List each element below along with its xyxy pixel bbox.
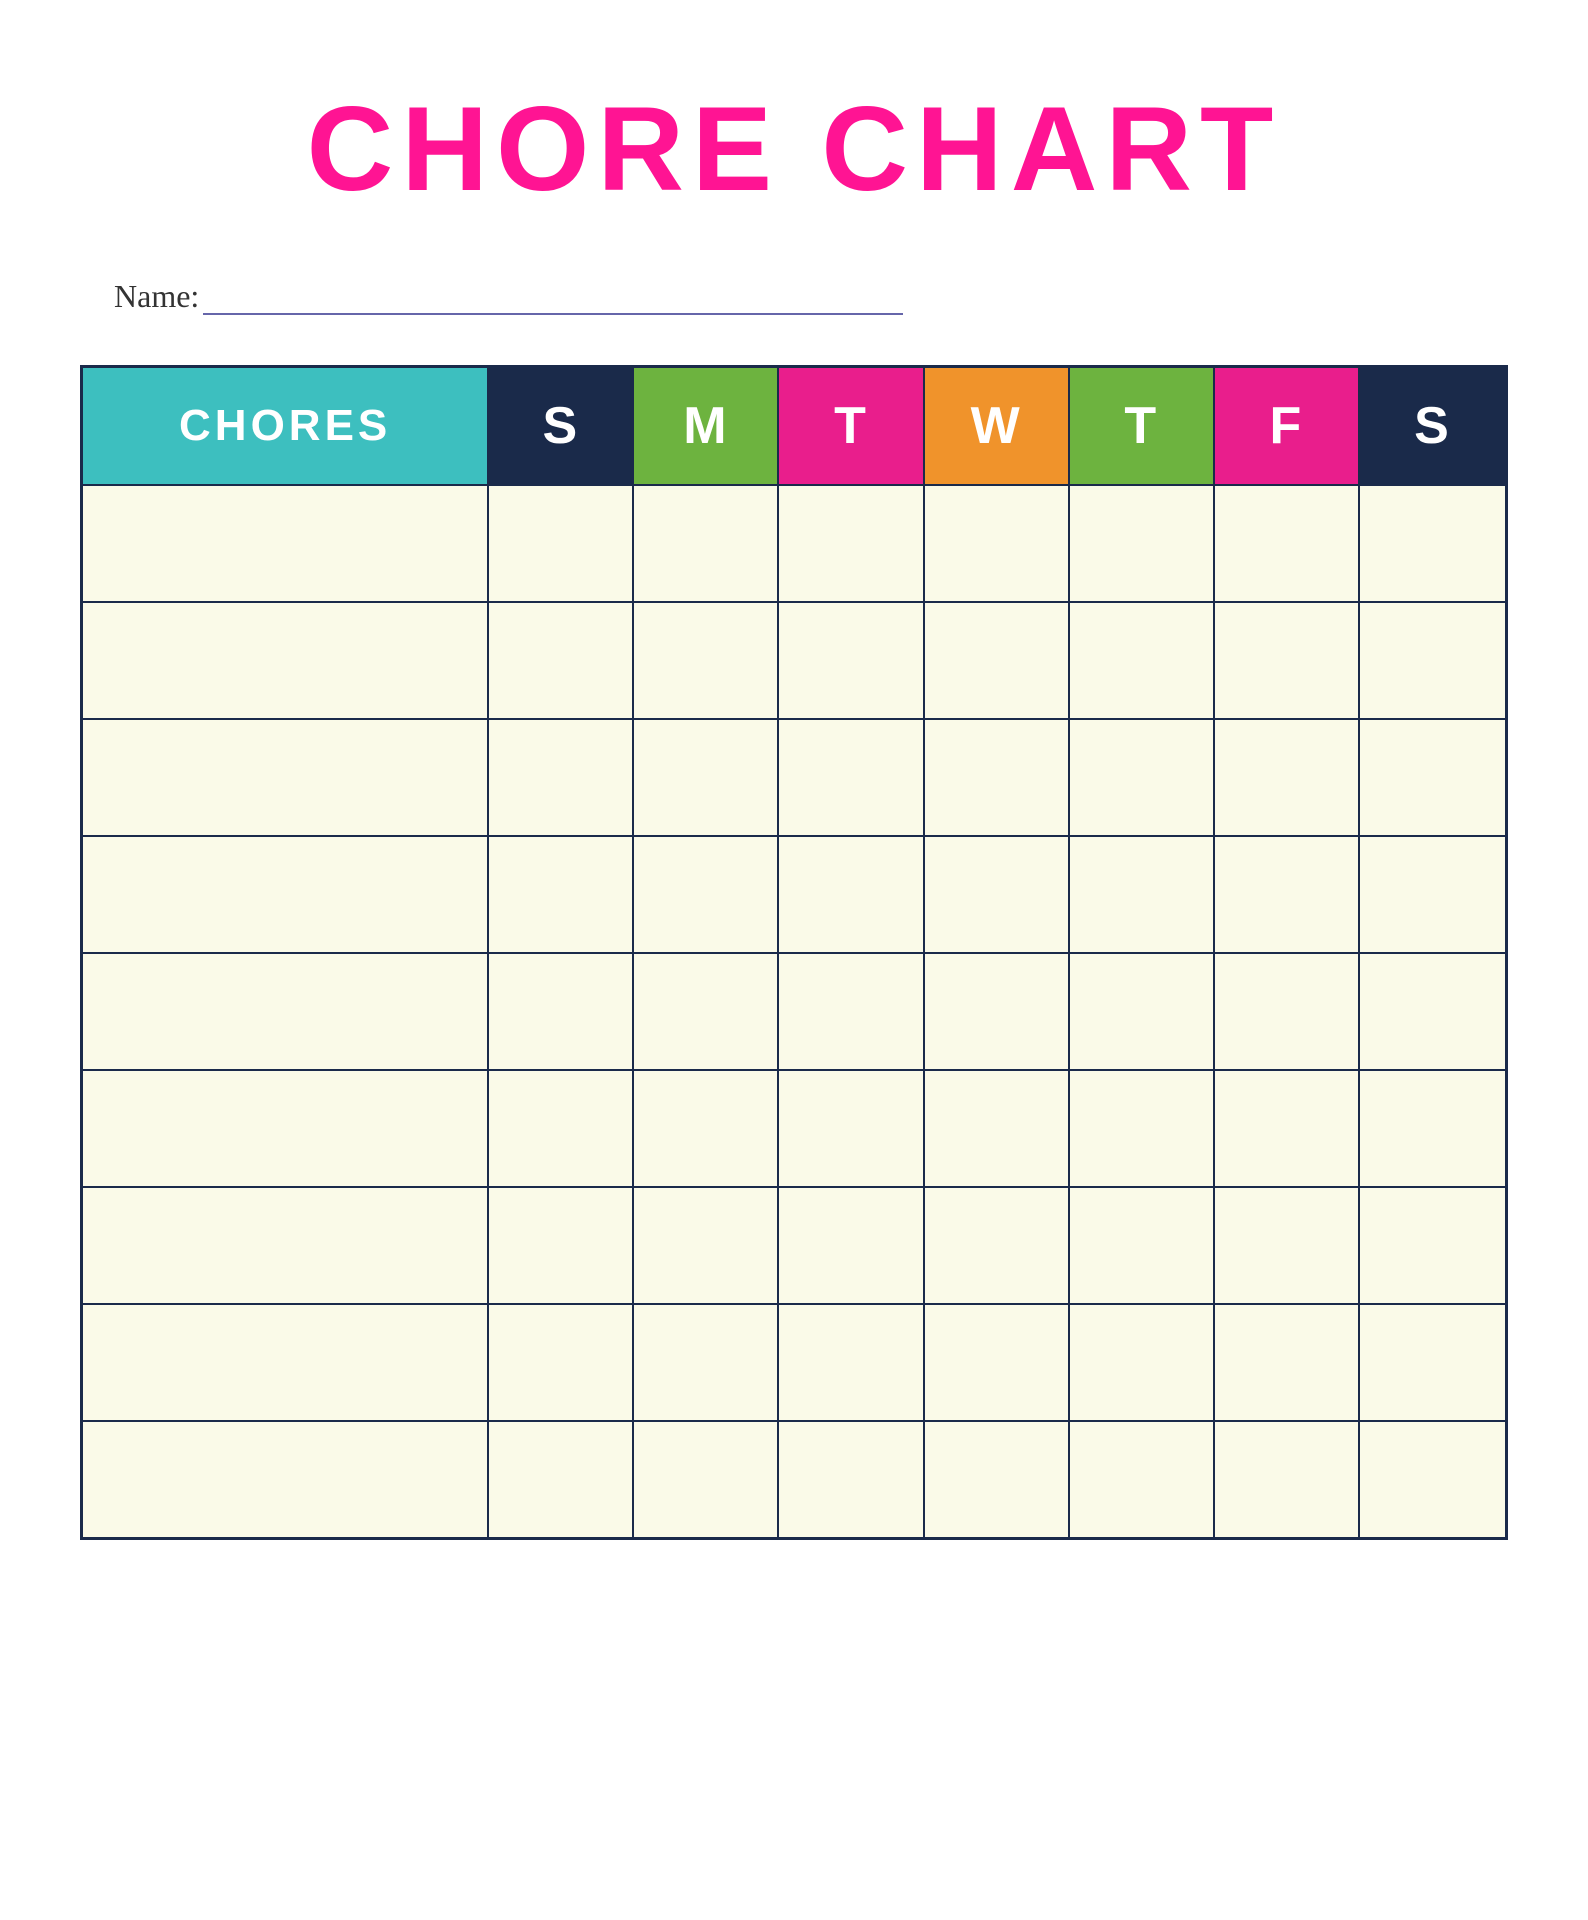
chore-cell-4-4 [925, 837, 1070, 952]
header-day-6: S [1360, 368, 1505, 484]
chore-cell-3-5 [1070, 720, 1215, 835]
header-day-5: F [1215, 368, 1360, 484]
chore-cell-2-3 [779, 603, 924, 718]
header-day-1: M [634, 368, 779, 484]
chore-cell-2-6 [1215, 603, 1360, 718]
chore-cell-6-2 [634, 1071, 779, 1186]
chore-cell-1-7 [1360, 486, 1505, 601]
chore-cell-3-2 [634, 720, 779, 835]
chore-cell-4-5 [1070, 837, 1215, 952]
name-row: Name: [94, 278, 1494, 315]
chore-cell-2-5 [1070, 603, 1215, 718]
chore-cell-6-5 [1070, 1071, 1215, 1186]
chore-cell-3-7 [1360, 720, 1505, 835]
table-row [83, 835, 1505, 952]
chore-cell-8-6 [1215, 1305, 1360, 1420]
chore-cell-9-3 [779, 1422, 924, 1537]
chore-cell-5-0 [83, 954, 489, 1069]
chore-cell-1-6 [1215, 486, 1360, 601]
chore-cell-6-3 [779, 1071, 924, 1186]
chore-cell-1-1 [489, 486, 634, 601]
table-row [83, 1420, 1505, 1537]
chore-cell-1-3 [779, 486, 924, 601]
header-day-4: T [1070, 368, 1215, 484]
chore-cell-5-3 [779, 954, 924, 1069]
table-row [83, 1303, 1505, 1420]
chore-chart: CHORES S M T W T F S [80, 365, 1508, 1540]
chore-cell-5-6 [1215, 954, 1360, 1069]
chore-cell-6-1 [489, 1071, 634, 1186]
chore-cell-7-7 [1360, 1188, 1505, 1303]
chore-cell-1-4 [925, 486, 1070, 601]
chore-cell-7-6 [1215, 1188, 1360, 1303]
chart-body [83, 484, 1505, 1537]
name-underline-line [203, 313, 903, 315]
table-row [83, 1069, 1505, 1186]
chore-cell-9-5 [1070, 1422, 1215, 1537]
chore-cell-5-5 [1070, 954, 1215, 1069]
chore-cell-5-7 [1360, 954, 1505, 1069]
chore-cell-4-2 [634, 837, 779, 952]
chore-cell-8-2 [634, 1305, 779, 1420]
chore-cell-9-7 [1360, 1422, 1505, 1537]
chore-cell-2-1 [489, 603, 634, 718]
chore-cell-6-6 [1215, 1071, 1360, 1186]
chore-cell-3-1 [489, 720, 634, 835]
chore-cell-8-4 [925, 1305, 1070, 1420]
chore-cell-7-2 [634, 1188, 779, 1303]
chore-cell-9-0 [83, 1422, 489, 1537]
chore-cell-1-5 [1070, 486, 1215, 601]
chore-cell-9-6 [1215, 1422, 1360, 1537]
chore-cell-2-7 [1360, 603, 1505, 718]
chore-cell-4-0 [83, 837, 489, 952]
header-day-2: T [779, 368, 924, 484]
table-row [83, 952, 1505, 1069]
chore-cell-5-2 [634, 954, 779, 1069]
chore-cell-9-1 [489, 1422, 634, 1537]
chore-cell-9-2 [634, 1422, 779, 1537]
name-label: Name: [114, 278, 199, 315]
chore-cell-6-7 [1360, 1071, 1505, 1186]
chore-cell-6-4 [925, 1071, 1070, 1186]
chore-cell-8-3 [779, 1305, 924, 1420]
chore-cell-7-0 [83, 1188, 489, 1303]
chore-cell-6-0 [83, 1071, 489, 1186]
table-row [83, 718, 1505, 835]
chore-cell-4-3 [779, 837, 924, 952]
chore-cell-3-0 [83, 720, 489, 835]
chore-cell-2-0 [83, 603, 489, 718]
chore-cell-7-3 [779, 1188, 924, 1303]
chore-cell-8-5 [1070, 1305, 1215, 1420]
table-row [83, 1186, 1505, 1303]
chore-cell-2-4 [925, 603, 1070, 718]
chart-header: CHORES S M T W T F S [83, 368, 1505, 484]
chore-cell-4-1 [489, 837, 634, 952]
chore-cell-5-1 [489, 954, 634, 1069]
chore-cell-8-7 [1360, 1305, 1505, 1420]
chore-cell-3-6 [1215, 720, 1360, 835]
chore-cell-5-4 [925, 954, 1070, 1069]
chore-cell-4-6 [1215, 837, 1360, 952]
header-day-3: W [925, 368, 1070, 484]
chore-cell-7-4 [925, 1188, 1070, 1303]
chore-cell-2-2 [634, 603, 779, 718]
chore-cell-4-7 [1360, 837, 1505, 952]
chore-cell-8-1 [489, 1305, 634, 1420]
table-row [83, 601, 1505, 718]
table-row [83, 484, 1505, 601]
page-title: CHORE CHART [307, 80, 1282, 218]
header-day-0: S [489, 368, 634, 484]
chore-cell-7-1 [489, 1188, 634, 1303]
chore-cell-9-4 [925, 1422, 1070, 1537]
chore-cell-1-2 [634, 486, 779, 601]
chore-cell-1-0 [83, 486, 489, 601]
chore-cell-3-4 [925, 720, 1070, 835]
chore-cell-8-0 [83, 1305, 489, 1420]
chore-cell-7-5 [1070, 1188, 1215, 1303]
header-chores: CHORES [83, 368, 489, 484]
chore-cell-3-3 [779, 720, 924, 835]
